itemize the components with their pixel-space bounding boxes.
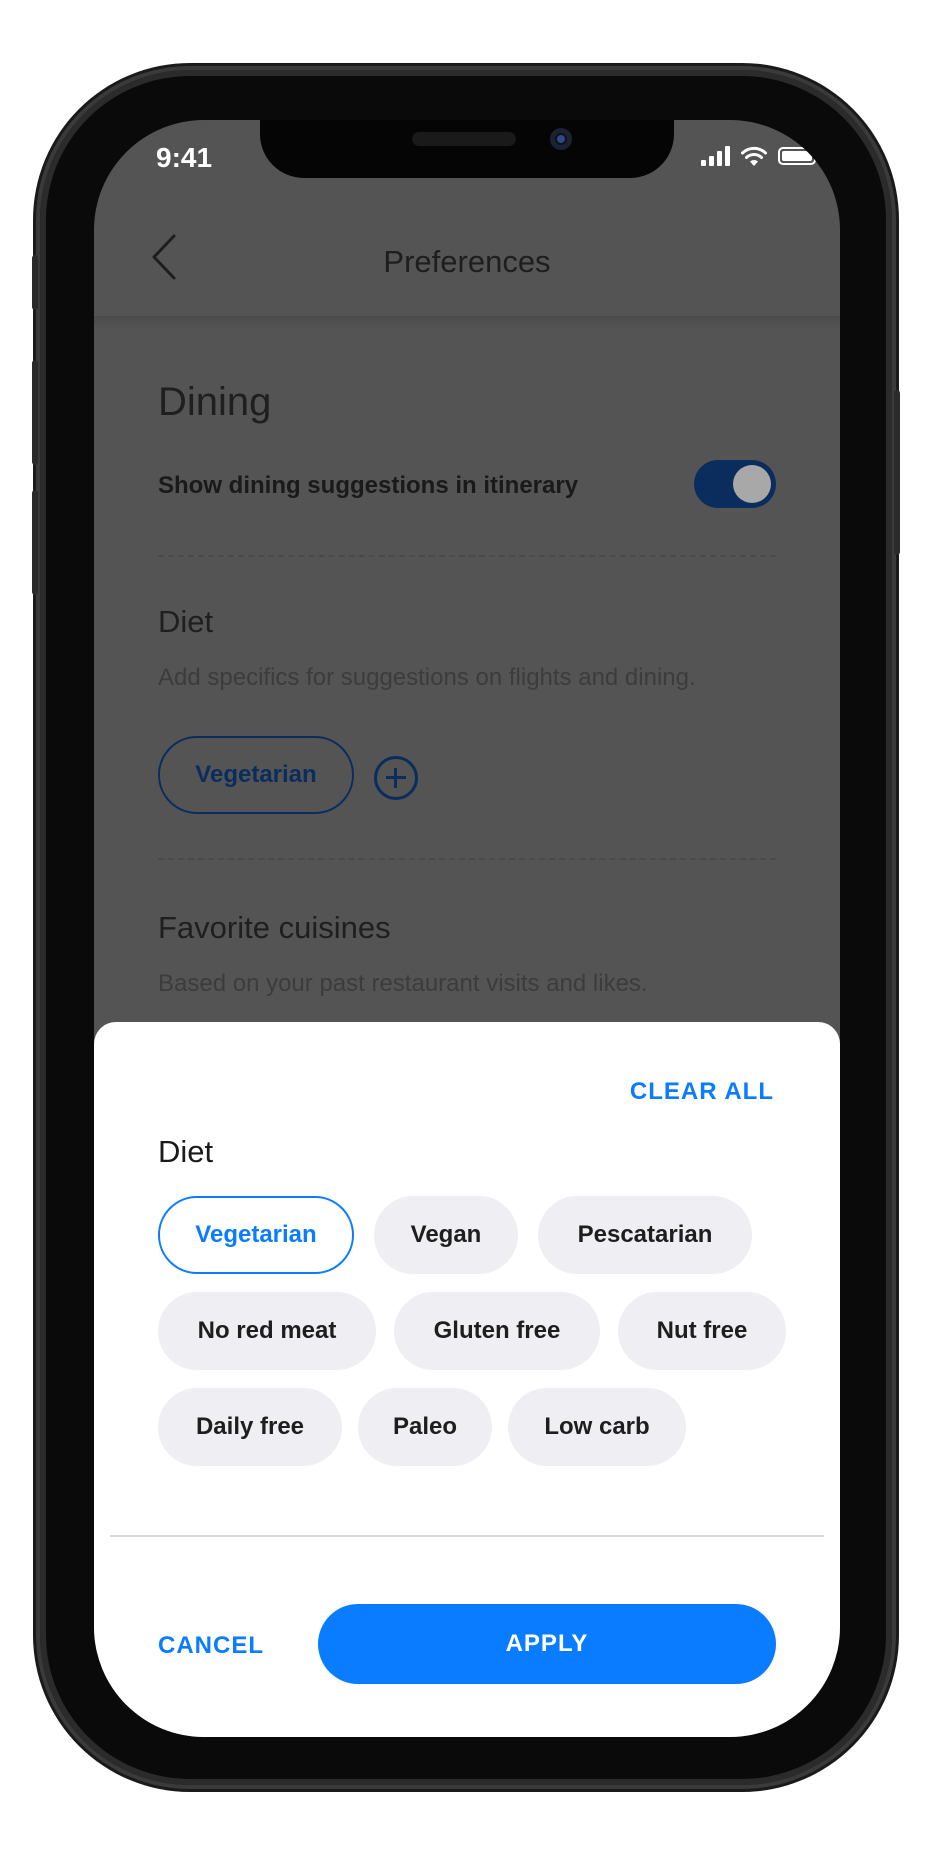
- sheet-divider: [110, 1535, 824, 1537]
- notch: [260, 120, 674, 178]
- volume-up-button: [32, 360, 38, 465]
- power-button: [894, 390, 900, 555]
- clear-all-button[interactable]: CLEAR ALL: [630, 1078, 774, 1106]
- toggle-knob: [733, 465, 771, 503]
- chip-daily-free[interactable]: Daily free: [158, 1388, 342, 1466]
- divider: [158, 858, 776, 860]
- dining-toggle[interactable]: [694, 460, 776, 508]
- sheet-title: Diet: [158, 1134, 214, 1169]
- volume-down-button: [32, 490, 38, 595]
- screen: 9:41 Preferences Dining Show dining sugg…: [94, 120, 840, 1737]
- chip-vegetarian[interactable]: Vegetarian: [158, 1196, 354, 1274]
- diet-bottom-sheet: CLEAR ALL Diet Vegetarian Vegan Pescatar…: [94, 1022, 840, 1737]
- chip-vegan[interactable]: Vegan: [374, 1196, 518, 1274]
- chip-paleo[interactable]: Paleo: [358, 1388, 492, 1466]
- chip-no-red-meat[interactable]: No red meat: [158, 1292, 376, 1370]
- dining-heading: Dining: [158, 380, 272, 424]
- nav-bar: Preferences: [94, 200, 840, 310]
- page-title: Preferences: [383, 244, 551, 279]
- diet-subtitle: Add specifics for suggestions on flights…: [158, 664, 696, 691]
- add-icon[interactable]: [374, 756, 418, 800]
- dining-toggle-label: Show dining suggestions in itinerary: [158, 472, 579, 499]
- chip-low-carb[interactable]: Low carb: [508, 1388, 686, 1466]
- cancel-button[interactable]: CANCEL: [158, 1632, 264, 1660]
- chip-pescatarian[interactable]: Pescatarian: [538, 1196, 752, 1274]
- cuisines-heading: Favorite cuisines: [158, 910, 391, 945]
- cuisines-subtitle: Based on your past restaurant visits and…: [158, 970, 648, 997]
- chip-nut-free[interactable]: Nut free: [618, 1292, 786, 1370]
- speaker-grille: [412, 132, 516, 146]
- nav-shadow: [94, 316, 840, 328]
- selected-diet-chip[interactable]: Vegetarian: [158, 736, 354, 814]
- camera-icon: [550, 128, 572, 150]
- divider: [158, 555, 776, 557]
- apply-button[interactable]: APPLY: [318, 1604, 776, 1684]
- chip-gluten-free[interactable]: Gluten free: [394, 1292, 600, 1370]
- mute-switch: [32, 255, 38, 310]
- diet-heading: Diet: [158, 604, 214, 639]
